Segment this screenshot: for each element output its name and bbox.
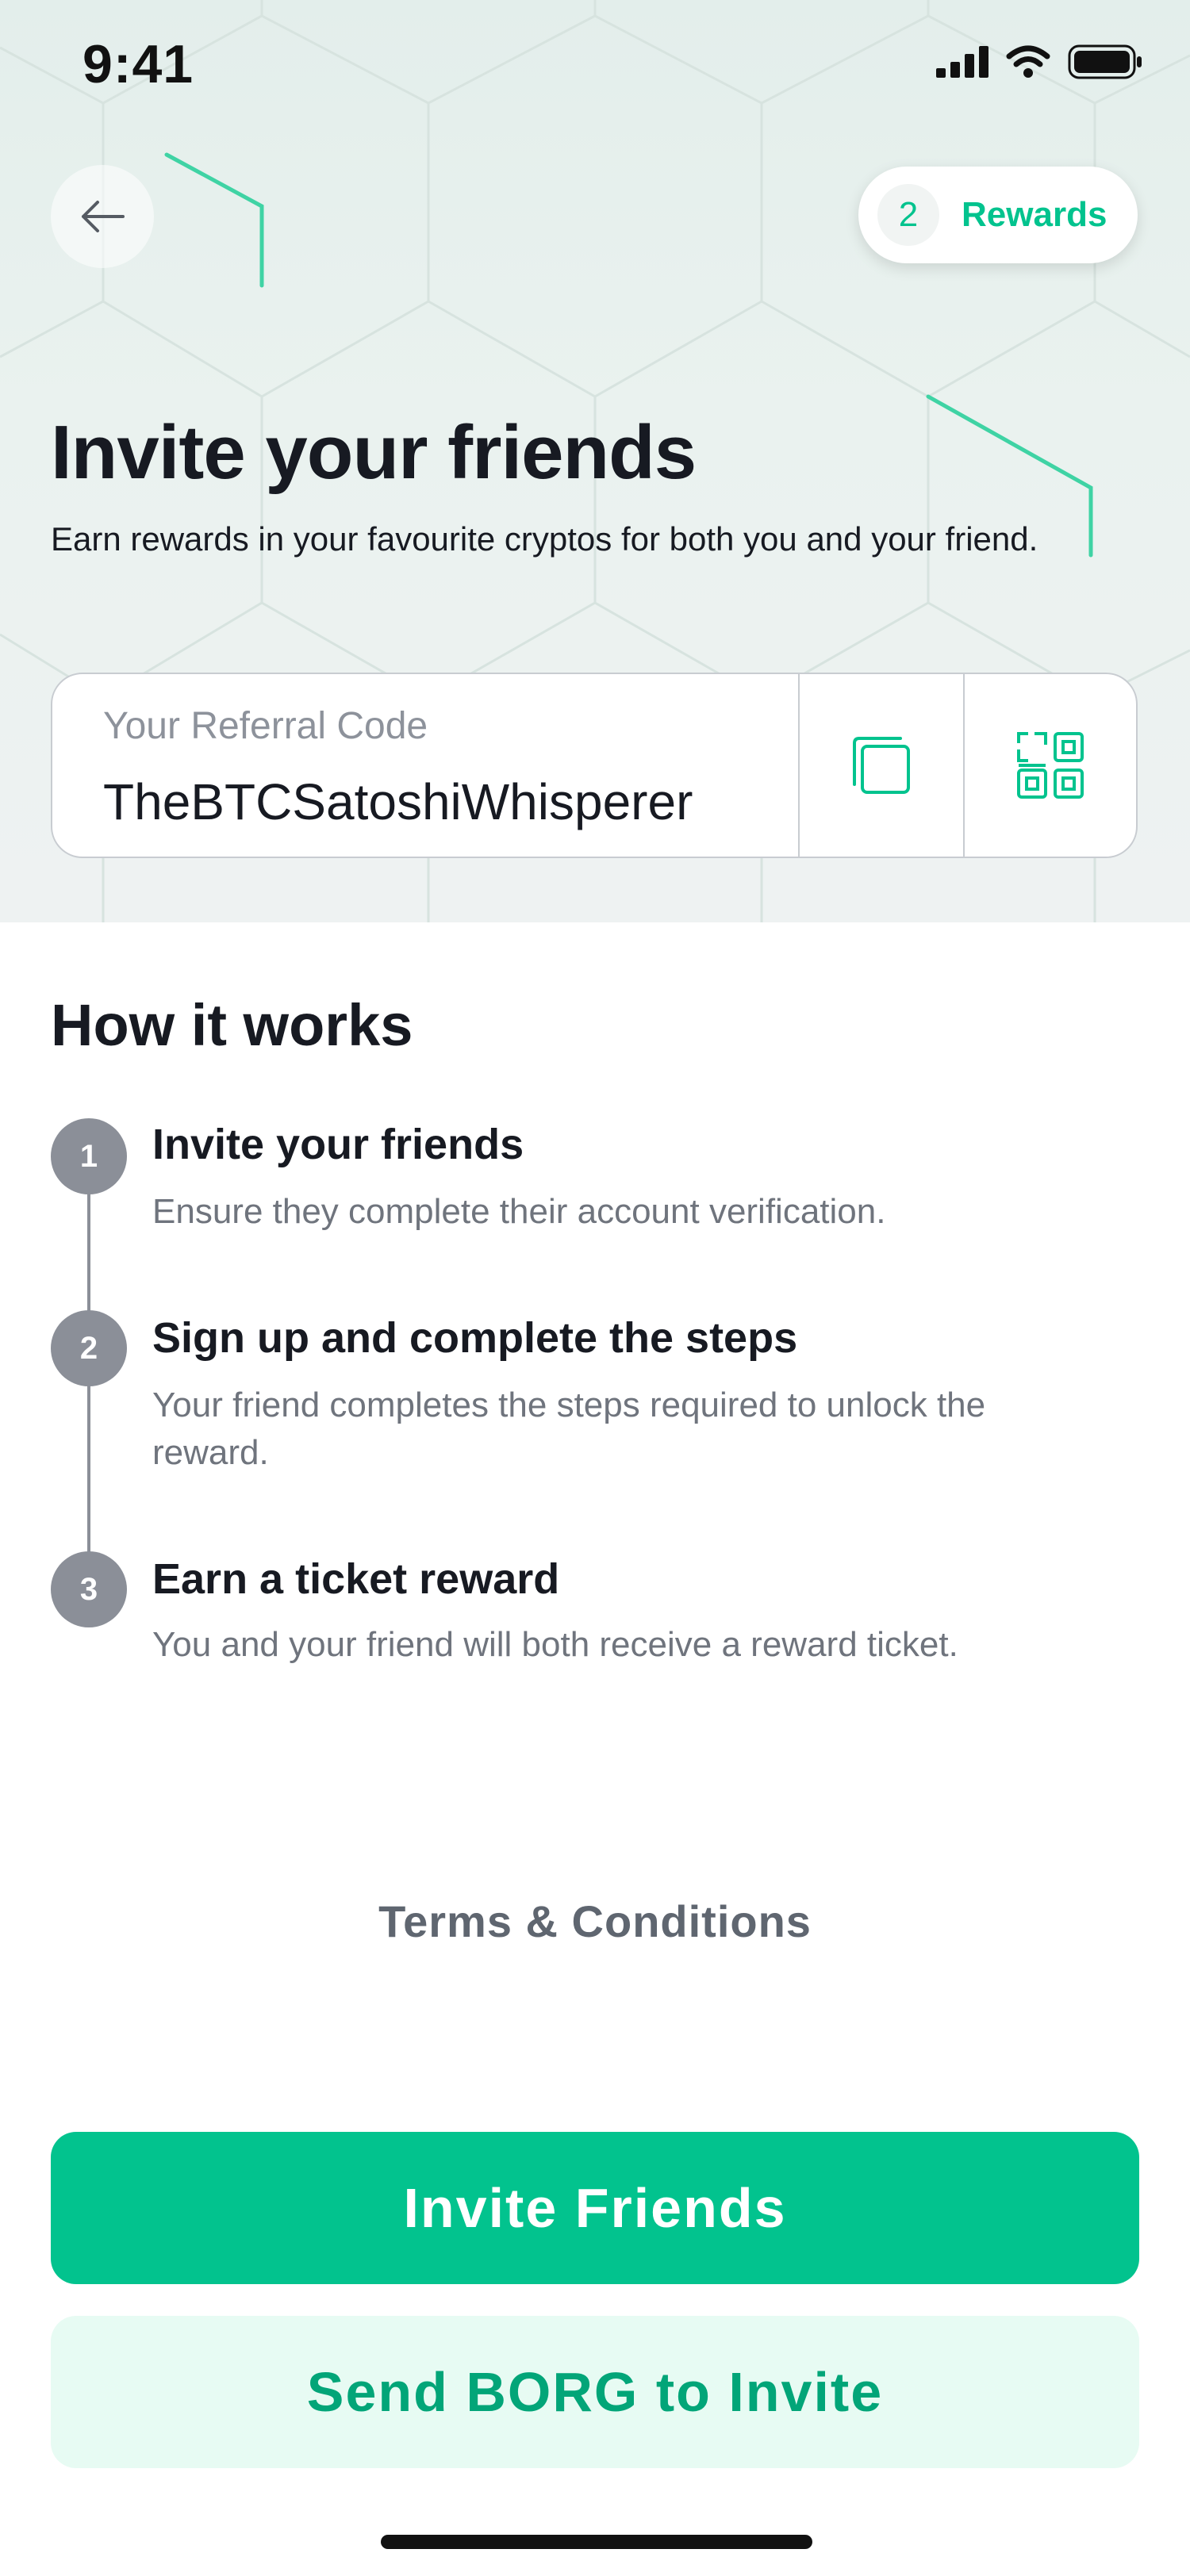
referral-code-value[interactable]: TheBTCSatoshiWhisperer xyxy=(103,772,693,831)
send-borg-button[interactable]: Send BORG to Invite xyxy=(51,2316,1139,2468)
step-1-badge: 1 xyxy=(51,1118,127,1194)
rewards-count-badge: 2 xyxy=(877,184,939,246)
battery-icon xyxy=(1068,44,1142,79)
qr-code-button[interactable] xyxy=(965,674,1136,857)
referral-code-field: Your Referral Code TheBTCSatoshiWhispere… xyxy=(51,673,1138,858)
back-arrow-icon xyxy=(82,201,125,232)
status-time: 9:41 xyxy=(83,34,194,94)
step-3-badge: 3 xyxy=(51,1551,127,1627)
page-title: Invite your friends xyxy=(51,410,697,495)
copy-code-button[interactable] xyxy=(800,674,963,857)
back-button[interactable] xyxy=(51,165,154,268)
copy-icon xyxy=(853,737,910,794)
home-indicator xyxy=(381,2535,812,2549)
wifi-icon xyxy=(1006,45,1050,78)
step-2-title: Sign up and complete the steps xyxy=(152,1314,798,1362)
step-1-title: Invite your friends xyxy=(152,1121,524,1168)
rewards-label: Rewards xyxy=(962,195,1107,234)
qr-code-icon xyxy=(1017,732,1084,799)
step-2-description: Your friend completes the steps required… xyxy=(152,1386,986,1472)
how-it-works-title: How it works xyxy=(51,992,413,1058)
status-bar: 9:41 xyxy=(0,0,1190,127)
page-subtitle: Earn rewards in your favourite cryptos f… xyxy=(51,520,1038,558)
invite-friends-button[interactable]: Invite Friends xyxy=(51,2132,1139,2284)
terms-link[interactable]: Terms & Conditions xyxy=(0,1896,1190,1947)
step-3-description: You and your friend will both receive a … xyxy=(152,1625,958,1664)
step-1-description: Ensure they complete their account verif… xyxy=(152,1192,886,1231)
referral-code-label: Your Referral Code xyxy=(103,705,428,747)
step-2-badge: 2 xyxy=(51,1310,127,1386)
signal-icon xyxy=(936,46,988,78)
rewards-button[interactable]: 2 Rewards xyxy=(858,167,1138,263)
step-3-title: Earn a ticket reward xyxy=(152,1555,560,1603)
